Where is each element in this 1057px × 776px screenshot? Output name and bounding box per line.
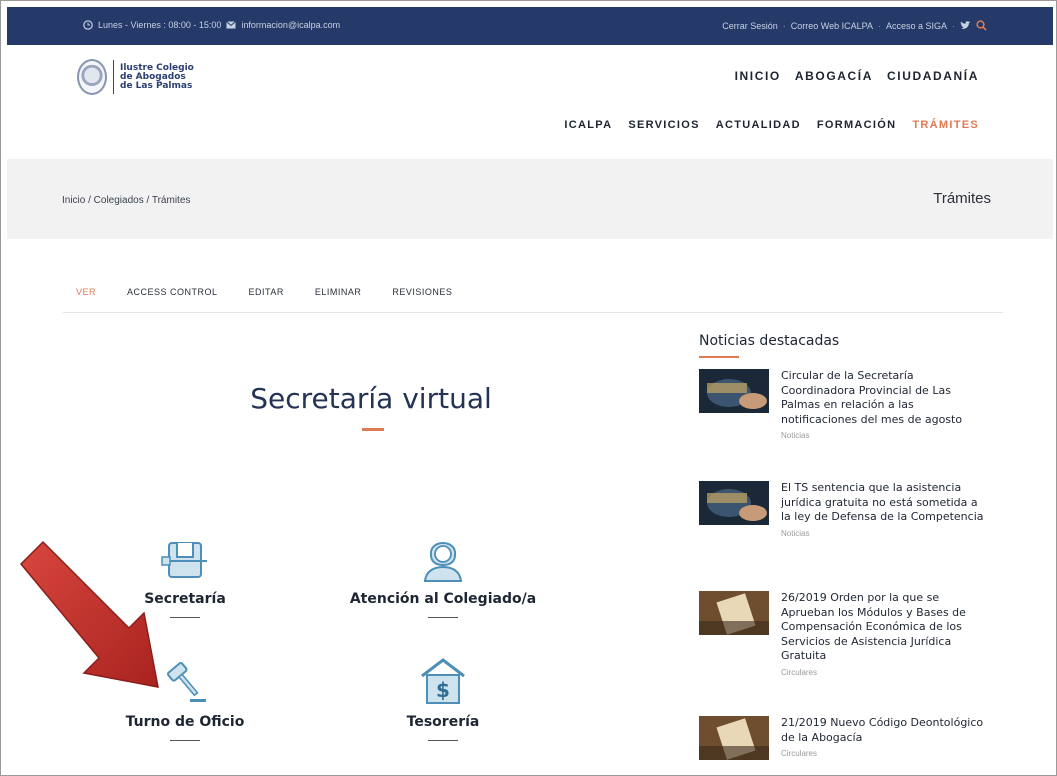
svg-text:$: $	[436, 678, 450, 702]
tab-revisiones[interactable]: REVISIONES	[392, 287, 452, 297]
nav-abogacia[interactable]: ABOGACÍA	[795, 69, 873, 83]
nav-actualidad[interactable]: ACTUALIDAD	[716, 119, 801, 131]
featured-news-heading: Noticias destacadas	[699, 333, 840, 349]
service-turno-oficio[interactable]: Turno de Oficio	[75, 656, 295, 741]
title-underline	[362, 428, 384, 431]
separator: ·	[782, 20, 786, 31]
news-title[interactable]: Circular de la Secretaría Coordinadora P…	[781, 369, 989, 427]
news-text: El TS sentencia que la asistencia jurídi…	[781, 481, 989, 538]
service-atencion-colegiado[interactable]: Atención al Colegiado/a	[333, 533, 553, 618]
secondary-nav: ICALPA SERVICIOS ACTUALIDAD FORMACIÓN TR…	[564, 119, 979, 131]
heading-underline	[699, 356, 739, 358]
primary-nav: INICIO ABOGACÍA CIUDADANÍA	[735, 69, 979, 83]
service-label: Atención al Colegiado/a	[349, 591, 537, 607]
contact-email[interactable]: informacion@icalpa.com	[241, 20, 340, 30]
logo-line: de Las Palmas	[120, 80, 193, 91]
admin-tabs: VER ACCESS CONTROL EDITAR ELIMINAR REVIS…	[76, 287, 452, 297]
nav-formacion[interactable]: FORMACIÓN	[817, 119, 897, 131]
news-thumbnail[interactable]	[699, 369, 769, 413]
news-text: 21/2019 Nuevo Código Deontológico de la …	[781, 716, 989, 758]
nav-icalpa[interactable]: ICALPA	[564, 119, 612, 131]
service-rule	[170, 740, 200, 741]
office-hours: Lunes - Viernes : 08:00 - 15:00	[98, 20, 222, 30]
news-thumbnail[interactable]	[699, 591, 769, 635]
browser-viewport: Lunes - Viernes : 08:00 - 15:00 informac…	[0, 0, 1057, 776]
site-logo[interactable]: Ilustre Colegio de Abogados de Las Palma…	[77, 59, 194, 95]
gavel-icon	[160, 656, 210, 706]
news-category[interactable]: Noticias	[781, 529, 989, 538]
service-rule	[428, 617, 458, 618]
siga-link[interactable]: Acceso a SIGA	[886, 21, 947, 31]
news-category[interactable]: Circulares	[781, 668, 989, 677]
search-icon[interactable]	[976, 20, 987, 31]
breadcrumb[interactable]: Inicio / Colegiados / Trámites	[62, 195, 190, 206]
service-label: Turno de Oficio	[125, 714, 245, 730]
nav-ciudadania[interactable]: CIUDADANÍA	[887, 69, 979, 83]
logo-text: Ilustre Colegio de Abogados de Las Palma…	[120, 63, 194, 91]
service-rule	[428, 740, 458, 741]
college-seal-icon	[77, 59, 107, 95]
news-category[interactable]: Circulares	[781, 749, 989, 758]
news-title[interactable]: 26/2019 Orden por la que se Aprueban los…	[781, 591, 989, 664]
service-tesoreria[interactable]: $ Tesorería	[333, 656, 553, 741]
news-text: Circular de la Secretaría Coordinadora P…	[781, 369, 989, 440]
top-info-bar: Lunes - Viernes : 08:00 - 15:00 informac…	[7, 7, 1053, 45]
tab-editar[interactable]: EDITAR	[249, 287, 284, 297]
service-rule	[170, 617, 200, 618]
news-thumbnail[interactable]	[699, 716, 769, 760]
service-label: Secretaría	[144, 591, 226, 607]
clock-icon	[83, 20, 93, 30]
tab-eliminar[interactable]: ELIMINAR	[315, 287, 362, 297]
page-title: Trámites	[933, 190, 991, 207]
dollar-house-icon: $	[418, 656, 468, 706]
section-title: Secretaría virtual	[250, 382, 492, 415]
service-secretaria[interactable]: Secretaría	[75, 533, 295, 618]
logo-divider	[113, 60, 114, 94]
tab-access-control[interactable]: ACCESS CONTROL	[127, 287, 218, 297]
contact-info: Lunes - Viernes : 08:00 - 15:00 informac…	[83, 20, 340, 30]
nav-inicio[interactable]: INICIO	[735, 69, 781, 83]
nav-tramites[interactable]: TRÁMITES	[912, 119, 979, 131]
printer-icon	[160, 533, 210, 583]
person-icon	[418, 533, 468, 583]
news-category[interactable]: Noticias	[781, 431, 989, 440]
separator: ·	[877, 20, 881, 31]
service-label: Tesorería	[406, 714, 480, 730]
webmail-link[interactable]: Correo Web ICALPA	[791, 21, 873, 31]
site-header: Ilustre Colegio de Abogados de Las Palma…	[7, 45, 1053, 159]
news-thumbnail[interactable]	[699, 481, 769, 525]
logout-link[interactable]: Cerrar Sesión	[722, 21, 778, 31]
twitter-icon[interactable]	[960, 21, 971, 30]
divider	[63, 312, 1003, 313]
page-header-band: Inicio / Colegiados / Trámites Trámites	[7, 159, 1053, 239]
news-text: 26/2019 Orden por la que se Aprueban los…	[781, 591, 989, 677]
tab-ver[interactable]: VER	[76, 287, 96, 297]
news-title[interactable]: El TS sentencia que la asistencia jurídi…	[781, 481, 989, 525]
nav-servicios[interactable]: SERVICIOS	[628, 119, 699, 131]
separator: ·	[952, 20, 955, 31]
mail-icon	[226, 20, 237, 30]
top-links: Cerrar Sesión · Correo Web ICALPA · Acce…	[722, 20, 987, 31]
news-title[interactable]: 21/2019 Nuevo Código Deontológico de la …	[781, 716, 989, 745]
